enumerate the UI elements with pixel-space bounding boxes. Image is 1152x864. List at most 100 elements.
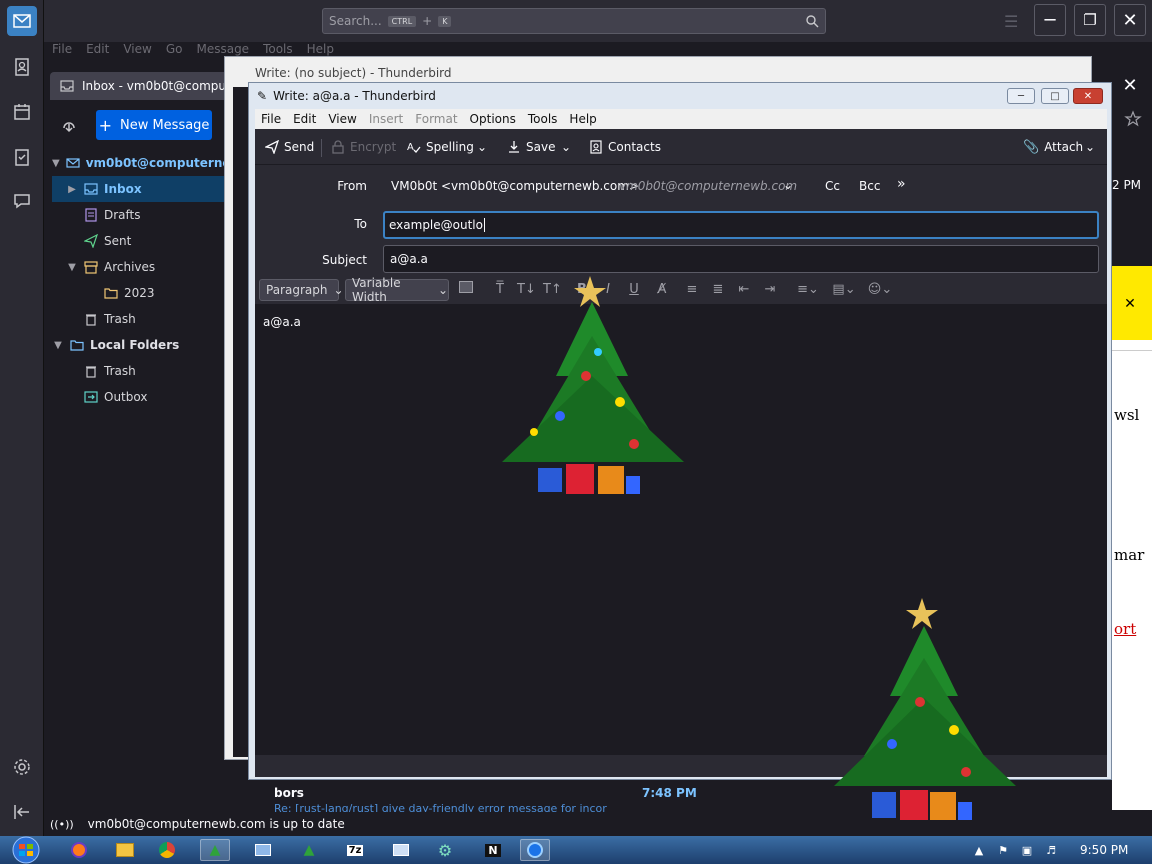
tray-network-icon[interactable]: ▣	[1020, 844, 1034, 858]
emoji-icon[interactable]: ☺⌄	[865, 281, 895, 299]
text-cursor	[483, 218, 485, 232]
compose-menu-view[interactable]: View	[322, 112, 362, 126]
send-button[interactable]: Send	[265, 135, 314, 159]
tree-app-taskbar-icon[interactable]: ▲	[200, 839, 230, 861]
compose-menu-tools[interactable]: Tools	[522, 112, 564, 126]
account-row[interactable]: ▼ vm0b0t@computernewb.com	[52, 150, 230, 176]
save-dropdown[interactable]: ⌄	[561, 135, 571, 159]
tab-inbox[interactable]: Inbox - vm0b0t@computernewb.com	[50, 72, 230, 100]
restore-button[interactable]: ❐	[1074, 4, 1106, 36]
spelling-dropdown[interactable]: ⌄	[477, 135, 487, 159]
cc-button[interactable]: Cc	[825, 179, 840, 193]
folder-archives[interactable]: ▼ Archives	[52, 254, 230, 280]
folder-drafts[interactable]: Drafts	[52, 202, 230, 228]
menu-edit[interactable]: Edit	[86, 42, 109, 56]
compose-maximize-button[interactable]: □	[1041, 88, 1069, 104]
chrome-taskbar-icon[interactable]	[152, 839, 182, 861]
7zip-taskbar-icon[interactable]: 7z	[340, 839, 370, 861]
outdent-icon[interactable]: ⇤	[735, 281, 753, 299]
save-button[interactable]: Save	[507, 135, 555, 159]
tray-flag-icon[interactable]: ⚑	[996, 844, 1010, 858]
compose-menu-options[interactable]: Options	[464, 112, 522, 126]
tray-expand-icon[interactable]: ▲	[972, 844, 986, 858]
new-message-button[interactable]: + New Message	[96, 110, 212, 140]
paragraph-format-select[interactable]: Paragraph ⌄	[259, 279, 344, 301]
start-button-icon[interactable]	[6, 836, 46, 864]
menu-file[interactable]: File	[52, 42, 72, 56]
local-folder-trash[interactable]: Trash	[52, 358, 230, 384]
text-color-icon[interactable]	[457, 281, 475, 299]
attach-button[interactable]: 📎 Attach	[1023, 135, 1083, 159]
close-notification-icon[interactable]: ✕	[1120, 294, 1140, 314]
folder-2023[interactable]: 2023	[52, 280, 230, 306]
folder-inbox[interactable]: ▶ Inbox	[52, 176, 230, 202]
minimize-button[interactable]: ─	[1034, 4, 1066, 36]
subject-input[interactable]: a@a.a	[383, 245, 1099, 273]
menu-go[interactable]: Go	[166, 42, 183, 56]
reading-pane: wsl mar ort	[1112, 340, 1152, 810]
indent-icon[interactable]: ⇥	[761, 281, 779, 299]
folder-sent[interactable]: Sent	[52, 228, 230, 254]
local-outbox-label: Outbox	[104, 390, 148, 404]
settings-app-taskbar-icon[interactable]: ⚙	[430, 839, 460, 861]
compose-menu-file[interactable]: File	[255, 112, 287, 126]
to-input[interactable]: example@outlo	[383, 211, 1099, 239]
network-app-taskbar-icon[interactable]	[248, 839, 278, 861]
menu-help[interactable]: Help	[307, 42, 334, 56]
star-icon[interactable]	[1124, 110, 1142, 128]
align-icon[interactable]: ≡⌄	[793, 281, 823, 299]
app-menu-icon[interactable]: ☰	[1004, 12, 1018, 31]
local-folders-row[interactable]: ▼ Local Folders	[52, 332, 230, 358]
online-status-icon[interactable]: ((•))	[50, 818, 74, 831]
save-label: Save	[526, 140, 556, 154]
compose-menu-edit[interactable]: Edit	[287, 112, 322, 126]
numbered-list-icon[interactable]: ≣	[709, 281, 727, 299]
calendar-space-button[interactable]	[7, 97, 37, 127]
compose-minimize-button[interactable]: ─	[1007, 88, 1035, 104]
mail-space-button[interactable]	[7, 6, 37, 36]
compose-menu-format[interactable]: Format	[409, 112, 463, 126]
local-folder-outbox[interactable]: Outbox	[52, 384, 230, 410]
global-search-input[interactable]: Search... CTRL + K	[322, 8, 826, 34]
get-messages-icon[interactable]	[60, 116, 78, 134]
menu-tools[interactable]: Tools	[263, 42, 293, 56]
compose-titlebar[interactable]: ✎ Write: a@a.a - Thunderbird ─ □ ✕	[249, 83, 1111, 109]
tasks-space-button[interactable]	[7, 142, 37, 172]
chat-space-button[interactable]	[7, 186, 37, 216]
tray-volume-icon[interactable]: ♬	[1044, 844, 1058, 858]
font-select[interactable]: Variable Width ⌄	[345, 276, 449, 304]
tree-app-2-taskbar-icon[interactable]: ▲	[294, 839, 324, 861]
collapse-chevron-icon[interactable]: ▼	[52, 158, 60, 169]
address-book-space-button[interactable]	[7, 52, 37, 82]
attach-dropdown[interactable]: ⌄	[1085, 135, 1095, 159]
expand-chevron-icon[interactable]: ▶	[66, 184, 78, 195]
insert-image-icon[interactable]: ▤⌄	[829, 281, 859, 299]
compose-menu-help[interactable]: Help	[563, 112, 602, 126]
firefox-taskbar-icon[interactable]	[64, 839, 94, 861]
notepad-plus-taskbar-icon[interactable]: N	[478, 839, 508, 861]
window-app-taskbar-icon[interactable]	[386, 839, 416, 861]
close-tab-icon[interactable]: ✕	[1120, 76, 1140, 96]
explorer-taskbar-icon[interactable]	[110, 839, 140, 861]
encrypt-button[interactable]: Encrypt	[331, 135, 396, 159]
collapse-spaces-icon[interactable]	[12, 803, 32, 821]
message-list-peek[interactable]: bors 7:48 PM Re: [rust-lang/rust] give d…	[262, 782, 712, 812]
compose-close-button[interactable]: ✕	[1073, 88, 1103, 104]
folder-trash[interactable]: Trash	[52, 306, 230, 332]
collapse-chevron-icon[interactable]: ▼	[52, 340, 64, 351]
reading-pane-link[interactable]: ort	[1114, 620, 1136, 638]
collapse-chevron-icon[interactable]: ▼	[66, 262, 78, 273]
from-chevron-down-icon[interactable]: ⌄	[783, 178, 793, 192]
settings-gear-icon[interactable]	[12, 757, 32, 777]
taskbar-clock[interactable]: 9:50 PM	[1080, 843, 1128, 857]
thunderbird-taskbar-icon[interactable]	[520, 839, 550, 861]
close-button[interactable]: ✕	[1114, 4, 1146, 36]
menu-message[interactable]: Message	[196, 42, 249, 56]
bcc-button[interactable]: Bcc	[859, 179, 880, 193]
more-headers-icon[interactable]: »	[897, 176, 906, 192]
contacts-button[interactable]: Contacts	[589, 135, 661, 159]
compose-menu-insert[interactable]: Insert	[363, 112, 409, 126]
spelling-button[interactable]: A Spelling	[407, 135, 474, 159]
menu-view[interactable]: View	[123, 42, 151, 56]
from-value[interactable]: VM0b0t <vm0b0t@computernewb.com>	[391, 179, 639, 193]
